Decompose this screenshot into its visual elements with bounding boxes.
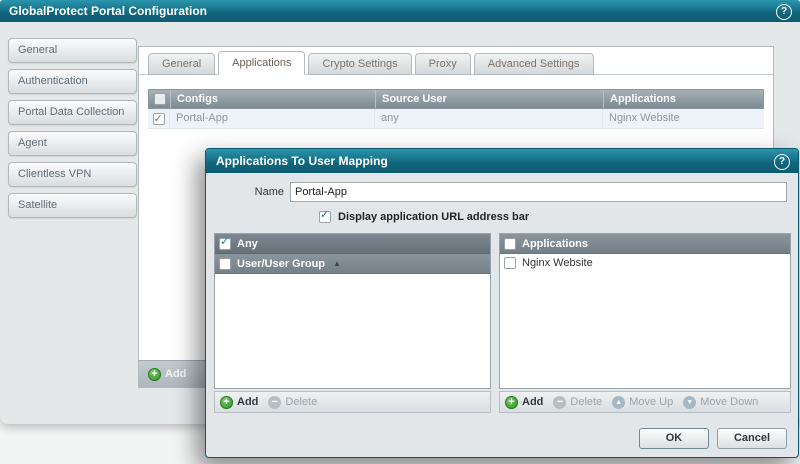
any-users-row[interactable]: ✓ Any [215, 234, 490, 254]
sort-asc-icon: ▲ [333, 259, 341, 268]
delete-user-button[interactable]: − Delete [268, 396, 317, 409]
check-icon: ✓ [220, 235, 229, 248]
application-row-checkbox[interactable] [504, 257, 516, 269]
select-all-checkbox[interactable] [154, 93, 166, 105]
user-group-list [215, 274, 490, 388]
delete-user-label: Delete [285, 396, 317, 408]
help-icon[interactable]: ? [776, 4, 792, 20]
row-checkbox-cell: ✓ [148, 109, 170, 128]
delete-application-button[interactable]: − Delete [553, 396, 602, 409]
sidebar-item-label: Agent [18, 137, 47, 149]
check-icon: ✓ [320, 208, 329, 221]
cell-configs: Portal-App [170, 109, 375, 128]
tab-general[interactable]: General [148, 53, 215, 75]
add-user-label: Add [237, 396, 258, 408]
add-application-label: Add [522, 396, 543, 408]
delete-application-label: Delete [570, 396, 602, 408]
sidebar-item-label: Satellite [18, 199, 57, 211]
applications-panel-toolbar: + Add − Delete ▲ Move Up ▼ Move Down [499, 391, 791, 413]
applications-select-all-checkbox[interactable] [504, 238, 516, 250]
sidebar-item-label: Authentication [18, 75, 88, 87]
main-window-titlebar: GlobalProtect Portal Configuration ? [0, 0, 800, 22]
tab-crypto-settings[interactable]: Crypto Settings [308, 53, 411, 75]
table-row[interactable]: ✓ Portal-App any Nginx Website [148, 109, 764, 129]
applications-column-label: Applications [522, 238, 588, 250]
sidebar-item-authentication[interactable]: Authentication [8, 69, 137, 94]
cell-applications: Nginx Website [603, 109, 764, 128]
row-checkbox[interactable]: ✓ [153, 113, 165, 125]
name-input[interactable] [290, 182, 787, 202]
delete-icon: − [268, 396, 281, 409]
user-panel: ✓ Any User/User Group ▲ [214, 233, 491, 389]
user-group-column-header[interactable]: User/User Group ▲ [215, 254, 490, 274]
help-icon[interactable]: ? [774, 154, 790, 170]
column-header-applications[interactable]: Applications [604, 90, 763, 108]
sidebar-item-clientless-vpn[interactable]: Clientless VPN [8, 162, 137, 187]
modal-titlebar: Applications To User Mapping ? [206, 149, 798, 173]
add-icon: + [148, 368, 161, 381]
applications-list [500, 272, 790, 388]
move-up-icon: ▲ [612, 396, 625, 409]
move-up-button[interactable]: ▲ Move Up [612, 396, 673, 409]
cell-source-user: any [375, 109, 603, 128]
tab-applications[interactable]: Applications [218, 51, 305, 75]
move-down-icon: ▼ [683, 396, 696, 409]
modal-title: Applications To User Mapping [216, 154, 388, 168]
applications-column-header[interactable]: Applications [500, 234, 790, 254]
check-icon: ✓ [154, 110, 163, 129]
sidebar-item-satellite[interactable]: Satellite [8, 193, 137, 218]
tab-proxy[interactable]: Proxy [415, 53, 471, 75]
main-window-title: GlobalProtect Portal Configuration [9, 4, 207, 18]
tab-advanced-settings[interactable]: Advanced Settings [474, 53, 594, 75]
tab-bar: General Applications Crypto Settings Pro… [148, 52, 594, 75]
move-up-label: Move Up [629, 396, 673, 408]
applications-to-user-mapping-dialog: Applications To User Mapping ? Name ✓ Di… [205, 148, 799, 458]
application-row-label: Nginx Website [522, 257, 593, 269]
ok-button[interactable]: OK [639, 428, 709, 449]
sidebar-item-label: Clientless VPN [18, 168, 91, 180]
display-url-bar-label: Display application URL address bar [338, 211, 529, 223]
cancel-button[interactable]: Cancel [717, 428, 787, 449]
add-config-button[interactable]: + Add [148, 368, 186, 381]
display-url-bar-checkbox[interactable]: ✓ [319, 211, 331, 223]
configs-table-header: Configs Source User Applications [148, 89, 764, 109]
add-user-button[interactable]: + Add [220, 396, 258, 409]
sidebar-item-portal-data-collection[interactable]: Portal Data Collection [8, 100, 137, 125]
user-panel-toolbar: + Add − Delete [214, 391, 491, 413]
move-down-button[interactable]: ▼ Move Down [683, 396, 758, 409]
user-group-select-all-checkbox[interactable] [219, 258, 231, 270]
delete-icon: − [553, 396, 566, 409]
column-header-configs[interactable]: Configs [171, 90, 376, 108]
screen: GlobalProtect Portal Configuration ? Gen… [0, 0, 800, 464]
application-list-item[interactable]: Nginx Website [500, 254, 790, 272]
add-application-button[interactable]: + Add [505, 396, 543, 409]
sidebar-item-label: General [18, 44, 57, 56]
select-all-cell [149, 90, 171, 108]
add-icon: + [220, 396, 233, 409]
add-icon: + [505, 396, 518, 409]
user-group-column-label: User/User Group [237, 258, 325, 270]
any-users-checkbox[interactable]: ✓ [219, 238, 231, 250]
name-label: Name [214, 186, 284, 198]
any-users-label: Any [237, 238, 258, 250]
move-down-label: Move Down [700, 396, 758, 408]
sidebar-item-agent[interactable]: Agent [8, 131, 137, 156]
sidebar-item-general[interactable]: General [8, 38, 137, 63]
add-config-label: Add [165, 368, 186, 380]
applications-panel: Applications Nginx Website [499, 233, 791, 389]
sidebar-item-label: Portal Data Collection [18, 106, 124, 118]
column-header-source-user[interactable]: Source User [376, 90, 604, 108]
